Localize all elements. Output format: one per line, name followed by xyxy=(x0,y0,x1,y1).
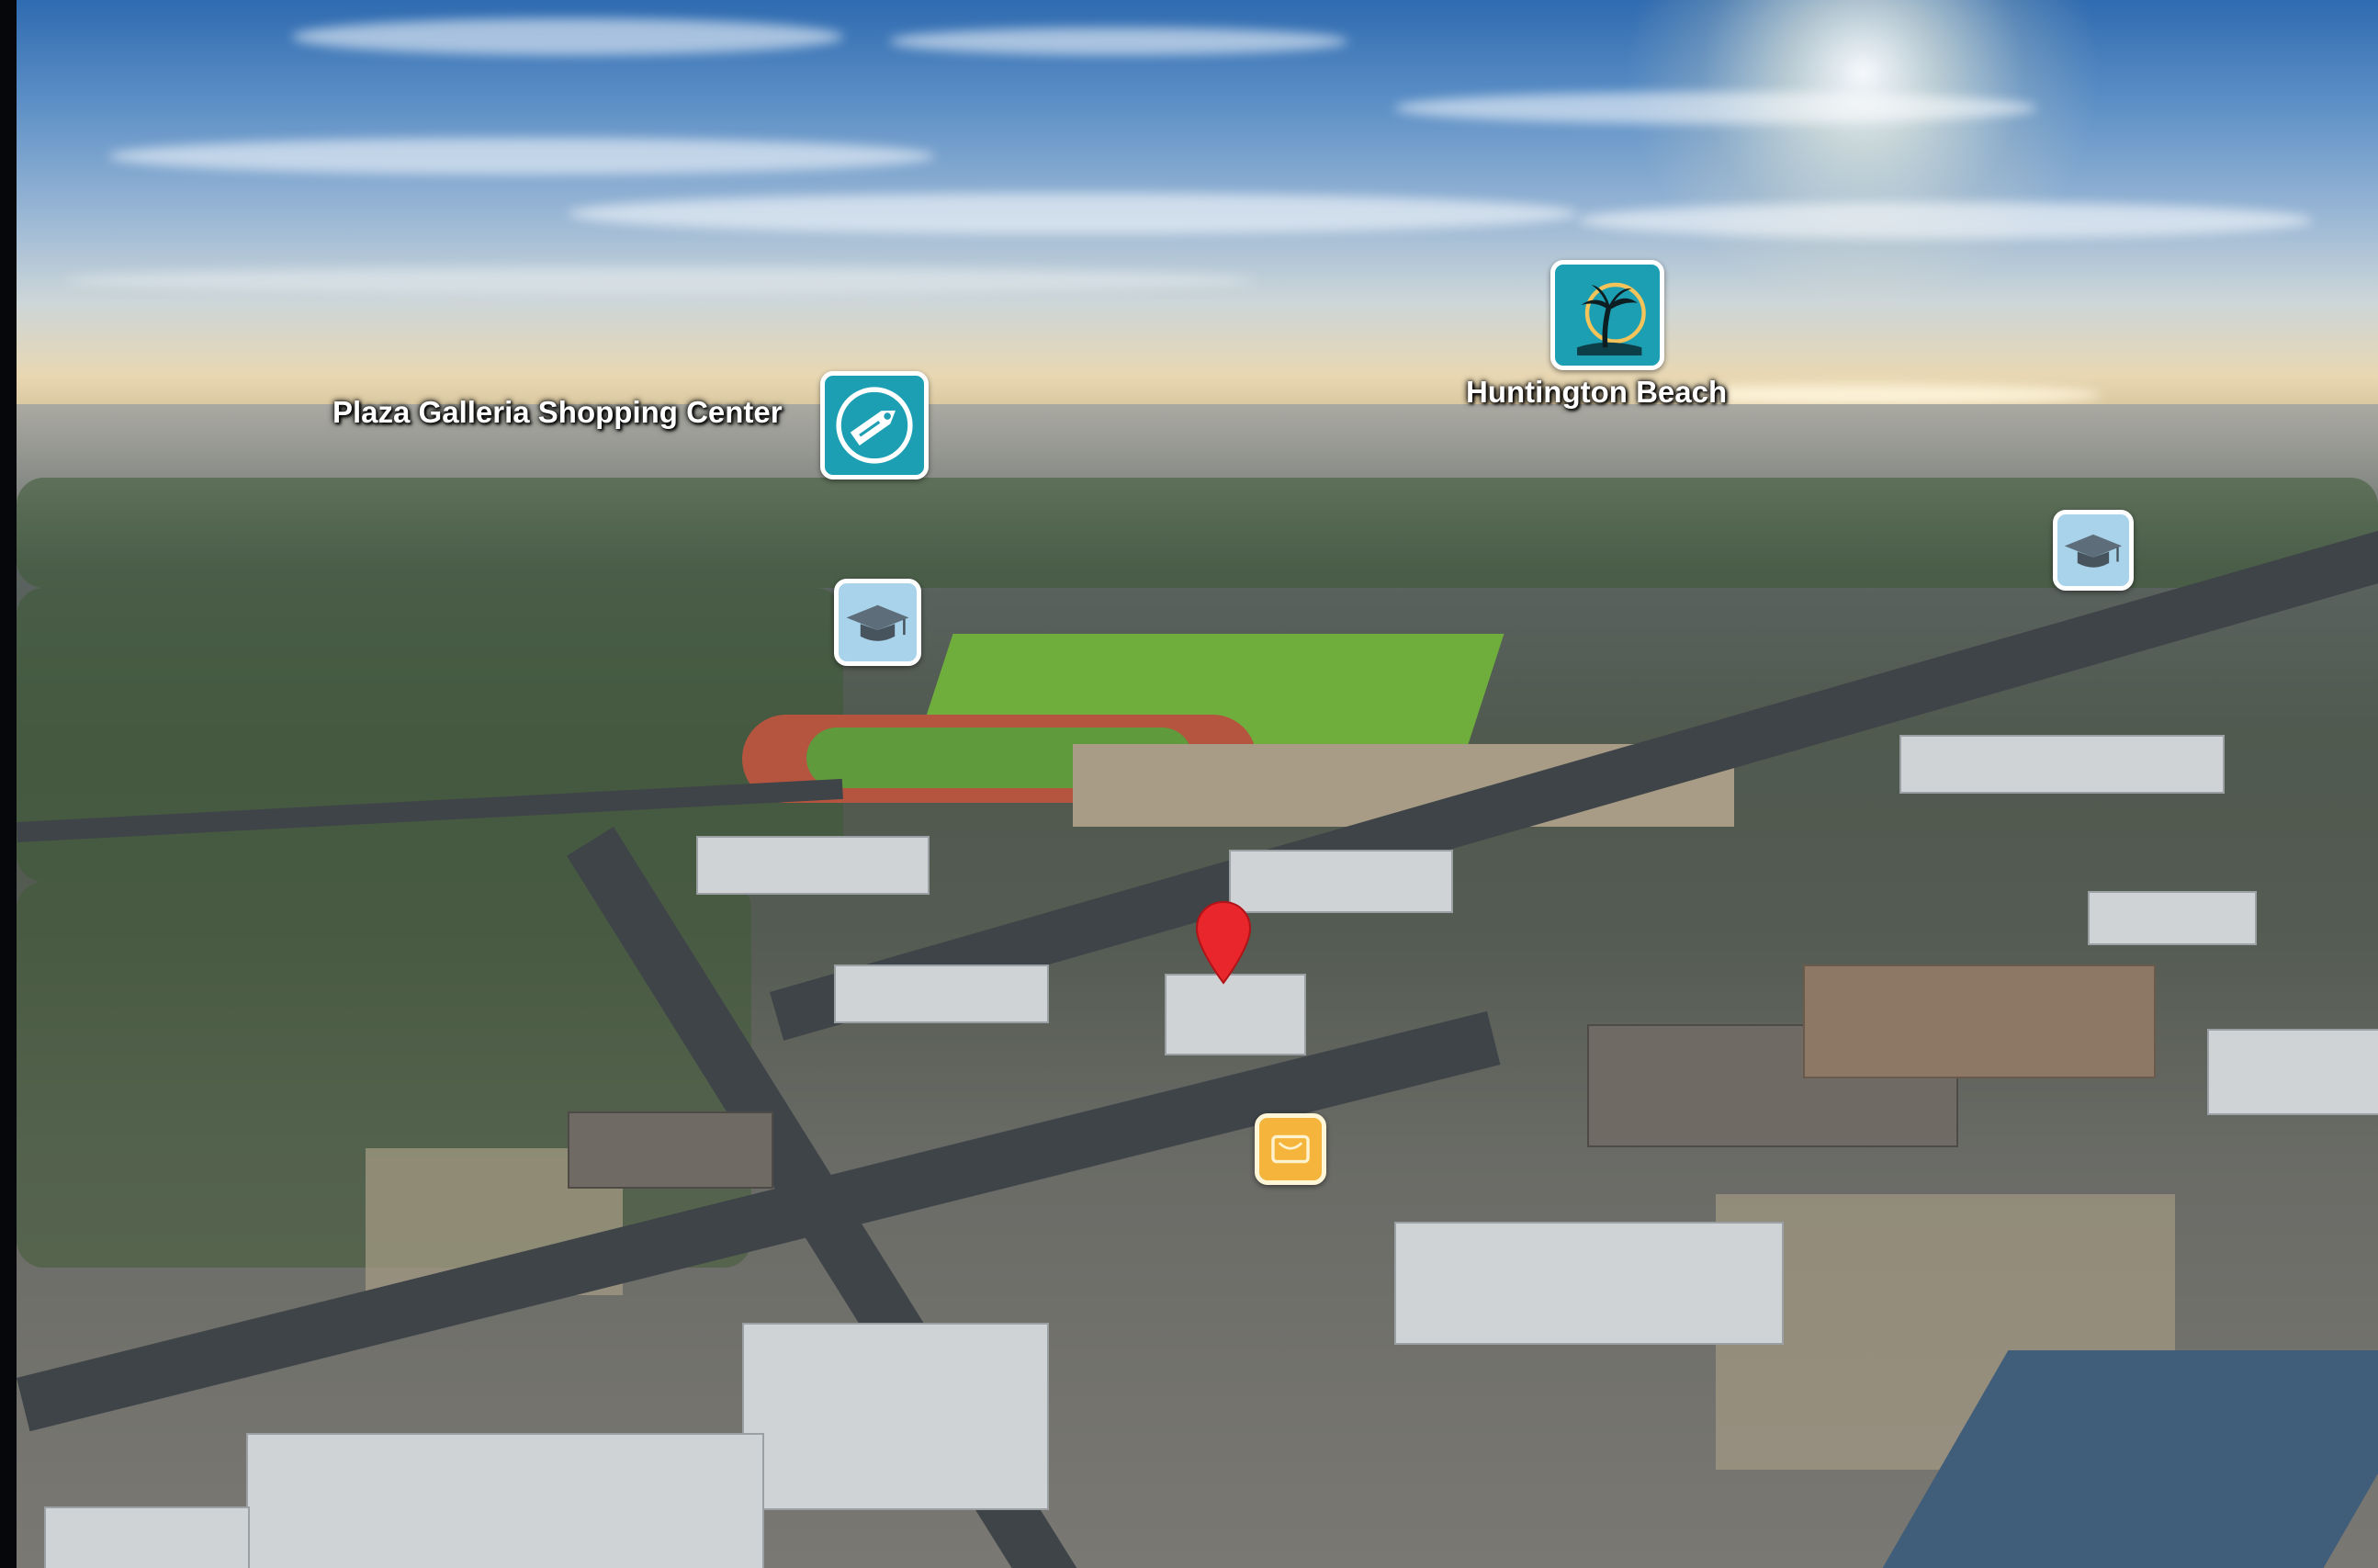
building xyxy=(834,964,1049,1023)
graduation-cap-icon[interactable] xyxy=(2053,510,2134,591)
building xyxy=(1803,964,2156,1078)
building xyxy=(742,1323,1049,1510)
shopping-tag-icon[interactable] xyxy=(820,371,929,479)
building xyxy=(2088,891,2257,945)
building xyxy=(1899,735,2225,794)
aerial-photo-frame: Plaza Galleria Shopping Center Huntingto… xyxy=(0,0,2378,1568)
building xyxy=(696,836,930,895)
subject-building xyxy=(1165,974,1306,1055)
marker-label: Huntington Beach xyxy=(1466,375,1728,409)
building xyxy=(1229,850,1453,913)
palm-tree-beach-icon[interactable] xyxy=(1550,260,1664,370)
building xyxy=(44,1506,250,1568)
cloud xyxy=(62,266,1257,294)
cloud xyxy=(1578,202,2313,239)
aerial-scene: Plaza Galleria Shopping Center Huntingto… xyxy=(17,0,2378,1568)
cloud xyxy=(889,28,1348,55)
graduation-cap-icon[interactable] xyxy=(834,579,921,666)
cloud xyxy=(568,193,1578,234)
building xyxy=(1394,1222,1784,1345)
restaurant-icon[interactable] xyxy=(1255,1113,1326,1185)
building xyxy=(568,1111,773,1189)
location-pin-icon[interactable] xyxy=(1195,900,1252,985)
tree-cover xyxy=(17,478,2378,588)
building xyxy=(246,1433,764,1568)
marker-label: Plaza Galleria Shopping Center xyxy=(332,395,783,429)
cloud xyxy=(1394,92,2037,124)
cloud xyxy=(292,18,843,55)
cloud xyxy=(108,138,935,175)
building xyxy=(2207,1029,2378,1115)
left-border xyxy=(0,0,17,1568)
